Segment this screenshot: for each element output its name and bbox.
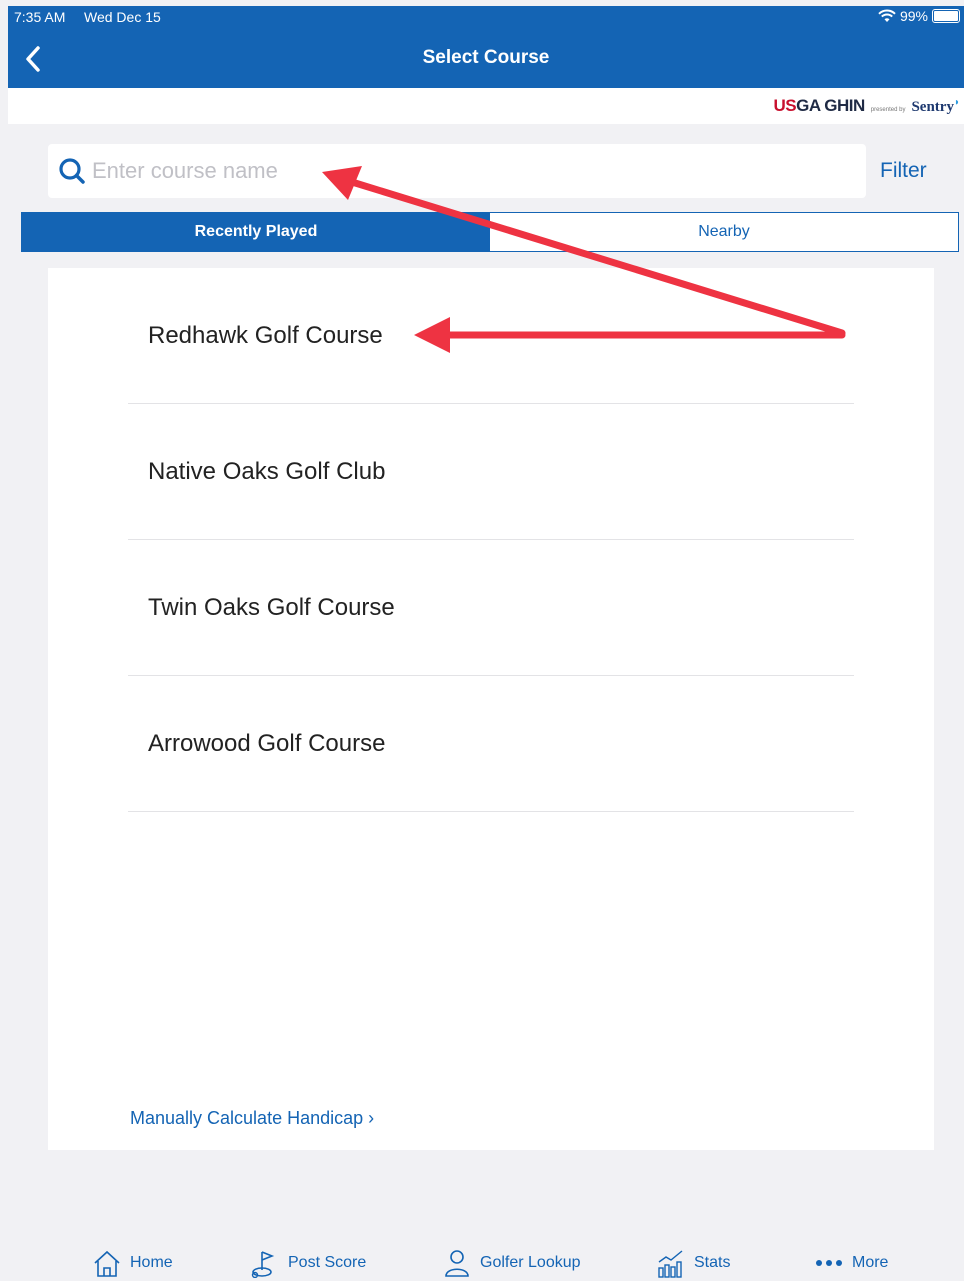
course-name: Native Oaks Golf Club (148, 457, 386, 485)
brand-bar: USGA GHIN presented by Sentry◗ (8, 88, 964, 124)
course-list-card: Redhawk Golf Course Native Oaks Golf Clu… (48, 268, 934, 1150)
sentry-logo: Sentry◗ (911, 97, 960, 116)
search-input[interactable] (90, 150, 866, 192)
course-list: Redhawk Golf Course Native Oaks Golf Clu… (128, 268, 854, 812)
battery-percent: 99% (899, 8, 928, 24)
bottom-tab-home[interactable]: Home (92, 1248, 173, 1278)
bottom-tab-post-score[interactable]: Post Score (250, 1248, 366, 1278)
search-box[interactable] (48, 144, 866, 198)
course-name: Redhawk Golf Course (148, 321, 383, 349)
list-item-course[interactable]: Twin Oaks Golf Course (128, 540, 854, 676)
usga-logo: USGA GHIN (773, 96, 866, 116)
tab-nearby[interactable]: Nearby (490, 213, 958, 251)
tab-recently-played[interactable]: Recently Played (22, 213, 490, 251)
bottom-tab-more[interactable]: More (814, 1248, 888, 1278)
segment-tabs: Recently Played Nearby (21, 212, 959, 252)
list-item-course[interactable]: Native Oaks Golf Club (128, 404, 854, 540)
sentry-logo-text: Sentry (911, 99, 954, 115)
more-icon (816, 1260, 842, 1266)
filter-button[interactable]: Filter (880, 159, 927, 183)
home-icon (94, 1250, 120, 1277)
usga-logo-ga: GA (796, 96, 821, 115)
golfer-lookup-icon (445, 1250, 469, 1277)
bottom-tab-label: More (852, 1254, 889, 1271)
status-right: 99% (878, 8, 960, 24)
wifi-icon (878, 9, 896, 22)
bottom-tab-label: Golfer Lookup (480, 1254, 581, 1271)
usga-logo-us: US (773, 96, 797, 115)
sentry-mark-icon: ◗ (953, 97, 960, 108)
presented-by-text: presented by (870, 107, 906, 113)
course-name: Arrowood Golf Course (148, 729, 386, 757)
bottom-tab-label: Stats (694, 1254, 731, 1271)
status-time: 7:35 AM (14, 9, 66, 25)
status-bar: 7:35 AM Wed Dec 15 99% (8, 6, 964, 30)
manual-calculate-handicap-link[interactable]: Manually Calculate Handicap › (130, 1108, 374, 1129)
list-item-course[interactable]: Arrowood Golf Course (128, 676, 854, 812)
ghin-logo: GHIN (824, 96, 865, 115)
nav-bar: Select Course (8, 30, 964, 88)
course-name: Twin Oaks Golf Course (148, 593, 395, 621)
bottom-tab-bar: Home Post Score Golfer Lookup Stats More (0, 1236, 964, 1281)
post-score-icon (251, 1251, 275, 1278)
usga-ghin-logo: USGA GHIN presented by Sentry◗ (774, 96, 960, 116)
stats-icon (658, 1250, 683, 1278)
list-item-course[interactable]: Redhawk Golf Course (128, 268, 854, 404)
bottom-tab-golfer-lookup[interactable]: Golfer Lookup (442, 1248, 581, 1278)
battery-icon (932, 9, 960, 23)
search-icon (59, 158, 85, 184)
status-date: Wed Dec 15 (84, 9, 161, 25)
bottom-tab-label: Post Score (288, 1254, 367, 1271)
bottom-tab-label: Home (130, 1254, 173, 1271)
page-title: Select Course (422, 47, 550, 68)
bottom-tab-stats[interactable]: Stats (656, 1248, 730, 1278)
